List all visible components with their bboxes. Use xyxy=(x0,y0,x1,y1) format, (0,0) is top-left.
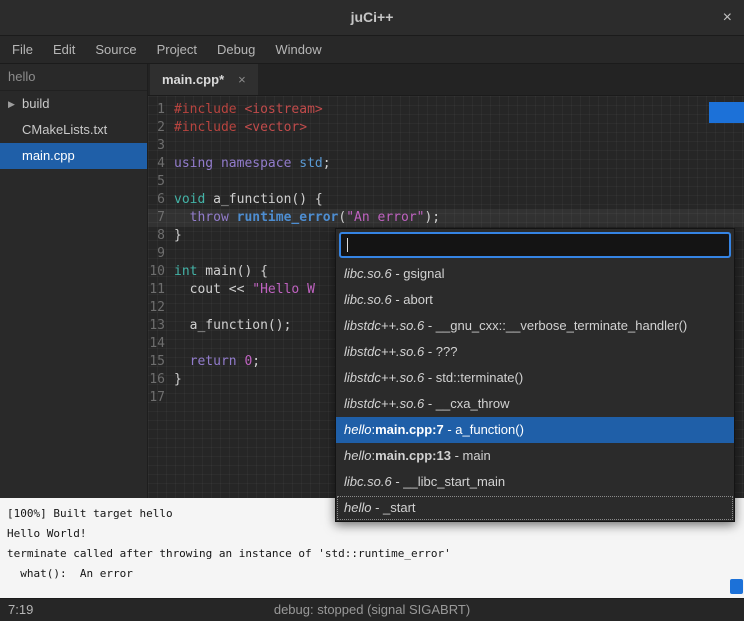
frame-item[interactable]: libstdc++.so.6 - __gnu_cxx::__verbose_te… xyxy=(336,313,734,339)
line-number: 10 xyxy=(148,263,165,281)
frame-item[interactable]: libstdc++.so.6 - ??? xyxy=(336,339,734,365)
close-icon[interactable]: × xyxy=(723,0,732,35)
frame-filter-field xyxy=(339,232,731,258)
code-text: return 0; xyxy=(174,353,260,371)
line-number: 4 xyxy=(148,155,165,173)
code-line: 5 xyxy=(148,173,744,191)
line-number: 15 xyxy=(148,353,165,371)
frame-list: libc.so.6 - gsignallibc.so.6 - abortlibs… xyxy=(336,261,734,521)
code-line: 3 xyxy=(148,137,744,155)
debug-status: debug: stopped (signal SIGABRT) xyxy=(274,599,470,621)
tree-item-build[interactable]: ▶build xyxy=(0,91,147,117)
code-line: 7 throw runtime_error("An error"); xyxy=(148,209,744,227)
line-number: 2 xyxy=(148,119,165,137)
code-text: #include <iostream> xyxy=(174,101,323,119)
frame-item[interactable]: hello:main.cpp:13 - main xyxy=(336,443,734,469)
code-text: using namespace std; xyxy=(174,155,331,173)
code-text: cout << "Hello W xyxy=(174,281,315,299)
titlebar: juCi++ × xyxy=(0,0,744,36)
file-tree-sidebar: hello ▶build CMakeLists.txt main.cpp xyxy=(0,64,148,498)
code-text: void a_function() { xyxy=(174,191,323,209)
tab-close-icon[interactable]: × xyxy=(238,72,246,87)
code-line: 2 #include <vector> xyxy=(148,119,744,137)
code-text: } xyxy=(174,227,182,245)
code-text: int main() { xyxy=(174,263,268,281)
tab-label: main.cpp* xyxy=(162,72,224,87)
juci-window: juCi++ × FileEditSourceProjectDebugWindo… xyxy=(0,0,744,621)
line-number: 17 xyxy=(148,389,165,407)
menu-item-window[interactable]: Window xyxy=(265,36,331,63)
line-number: 14 xyxy=(148,335,165,353)
tab-main-cpp[interactable]: main.cpp* × xyxy=(150,64,258,95)
frame-filter-input[interactable] xyxy=(341,234,729,256)
line-number: 13 xyxy=(148,317,165,335)
line-number: 16 xyxy=(148,371,165,389)
project-name: hello xyxy=(0,64,147,91)
frame-item[interactable]: hello:main.cpp:7 - a_function() xyxy=(336,417,734,443)
menu-item-source[interactable]: Source xyxy=(85,36,146,63)
terminal-scrollbar-thumb[interactable] xyxy=(730,579,743,594)
line-number: 8 xyxy=(148,227,165,245)
terminal-line: what(): An error xyxy=(7,564,737,584)
line-number: 6 xyxy=(148,191,165,209)
window-title: juCi++ xyxy=(0,0,744,35)
tabbar: main.cpp* × xyxy=(148,64,744,96)
line-number: 3 xyxy=(148,137,165,155)
menubar: FileEditSourceProjectDebugWindow xyxy=(0,36,744,64)
line-number: 7 xyxy=(148,209,165,227)
code-line: 4 using namespace std; xyxy=(148,155,744,173)
tree-item-label: main.cpp xyxy=(22,148,75,163)
menu-item-debug[interactable]: Debug xyxy=(207,36,265,63)
tree-item-label: CMakeLists.txt xyxy=(22,122,107,137)
cursor-position: 7:19 xyxy=(8,599,33,621)
frame-item[interactable]: libstdc++.so.6 - std::terminate() xyxy=(336,365,734,391)
menu-item-edit[interactable]: Edit xyxy=(43,36,85,63)
terminal-line: terminate called after throwing an insta… xyxy=(7,544,737,564)
menu-item-project[interactable]: Project xyxy=(147,36,207,63)
line-number: 12 xyxy=(148,299,165,317)
file-tree: ▶build CMakeLists.txt main.cpp xyxy=(0,91,147,169)
frame-item[interactable]: libstdc++.so.6 - __cxa_throw xyxy=(336,391,734,417)
code-text: throw runtime_error("An error"); xyxy=(174,209,440,227)
menu-item-file[interactable]: File xyxy=(2,36,43,63)
line-number: 5 xyxy=(148,173,165,191)
code-text: a_function(); xyxy=(174,317,291,335)
editor-scroll-indicator[interactable] xyxy=(709,102,744,123)
code-line: 6 void a_function() { xyxy=(148,191,744,209)
line-number: 11 xyxy=(148,281,165,299)
tree-item-main-cpp[interactable]: main.cpp xyxy=(0,143,147,169)
frame-item[interactable]: libc.so.6 - abort xyxy=(336,287,734,313)
frame-item[interactable]: libc.so.6 - __libc_start_main xyxy=(336,469,734,495)
stack-frame-popup: libc.so.6 - gsignallibc.so.6 - abortlibs… xyxy=(335,228,735,522)
statusbar: 7:19 debug: stopped (signal SIGABRT) xyxy=(0,598,744,621)
tree-item-cmakelists-txt[interactable]: CMakeLists.txt xyxy=(0,117,147,143)
terminal-line: Hello World! xyxy=(7,524,737,544)
tree-item-label: build xyxy=(22,96,49,111)
line-number: 1 xyxy=(148,101,165,119)
text-caret xyxy=(347,238,348,252)
code-line: 1 #include <iostream> xyxy=(148,101,744,119)
frame-item[interactable]: hello - _start xyxy=(336,495,734,521)
code-text: } xyxy=(174,371,182,389)
frame-item[interactable]: libc.so.6 - gsignal xyxy=(336,261,734,287)
code-text: #include <vector> xyxy=(174,119,307,137)
chevron-right-icon[interactable]: ▶ xyxy=(0,91,22,117)
line-number: 9 xyxy=(148,245,165,263)
